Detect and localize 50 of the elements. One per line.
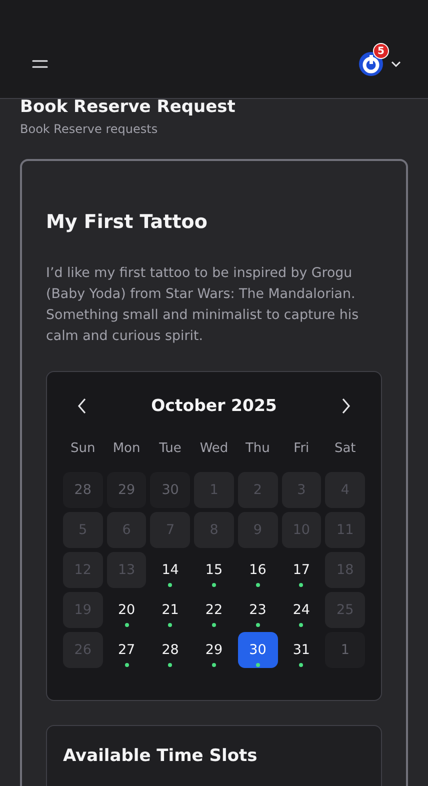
availability-dot	[299, 663, 304, 667]
request-description: I’d like my first tattoo to be inspired by Grogu (Baby Yoda) from Star Wars: The Mandalorian. Something small and minimalist to capture his calm and curious spirit.	[46, 265, 360, 346]
weekday-label: Mon	[112, 441, 142, 456]
weekday-label: Fri	[292, 441, 310, 456]
weekday-label: Sat	[333, 441, 357, 456]
availability-dot	[256, 623, 260, 627]
weekday-label: Sun	[69, 441, 96, 456]
calendar-day[interactable]: 23	[238, 592, 278, 628]
calendar-day[interactable]: 20	[106, 592, 146, 628]
calendar-day[interactable]: 29	[106, 472, 146, 508]
availability-dot	[212, 583, 216, 587]
calendar-day[interactable]: 1	[325, 632, 365, 668]
next-month-icon[interactable]	[341, 398, 351, 414]
calendar-day[interactable]: 27	[106, 632, 146, 668]
availability-dot	[168, 663, 172, 667]
weekday-label: Wed	[198, 441, 230, 456]
menu-icon[interactable]	[32, 60, 48, 68]
calendar-day[interactable]: 31	[282, 632, 322, 668]
calendar-day[interactable]: 21	[150, 592, 190, 628]
calendar-day[interactable]: 17	[282, 552, 322, 588]
calendar-day[interactable]: 30	[238, 632, 278, 668]
calendar-day[interactable]: 15	[194, 552, 234, 588]
availability-dot	[168, 583, 172, 587]
calendar-day[interactable]: 30	[150, 472, 190, 508]
weekday-label: Tue	[158, 441, 182, 456]
page-subtitle: Book Reserve requests	[20, 122, 159, 136]
month-label: October 2025	[151, 396, 277, 415]
notification-badge: 5	[373, 43, 389, 59]
time-slots-title: Available Time Slots	[63, 746, 258, 766]
availability-dot	[256, 663, 260, 667]
calendar-day[interactable]: 16	[238, 552, 278, 588]
calendar-day[interactable]: 22	[194, 592, 234, 628]
availability-dot	[299, 623, 304, 627]
calendar-day[interactable]: 28	[63, 472, 103, 508]
availability-dot	[168, 623, 172, 627]
availability-dot	[299, 583, 304, 587]
page-title: Book Reserve Request	[20, 96, 236, 118]
weekday-label: Thu	[244, 441, 271, 456]
calendar-day[interactable]: 14	[150, 552, 190, 588]
calendar-day[interactable]: 28	[150, 632, 190, 668]
availability-dot	[212, 663, 216, 667]
previous-month-icon[interactable]	[77, 398, 87, 414]
calendar-day[interactable]: 24	[282, 592, 322, 628]
availability-dot	[212, 623, 216, 627]
request-title: My First Tattoo	[46, 211, 208, 233]
availability-dot	[256, 583, 260, 587]
availability-dot	[124, 663, 129, 667]
chevron-down-icon[interactable]	[391, 61, 401, 67]
calendar-day[interactable]: 29	[194, 632, 234, 668]
availability-dot	[124, 623, 129, 627]
